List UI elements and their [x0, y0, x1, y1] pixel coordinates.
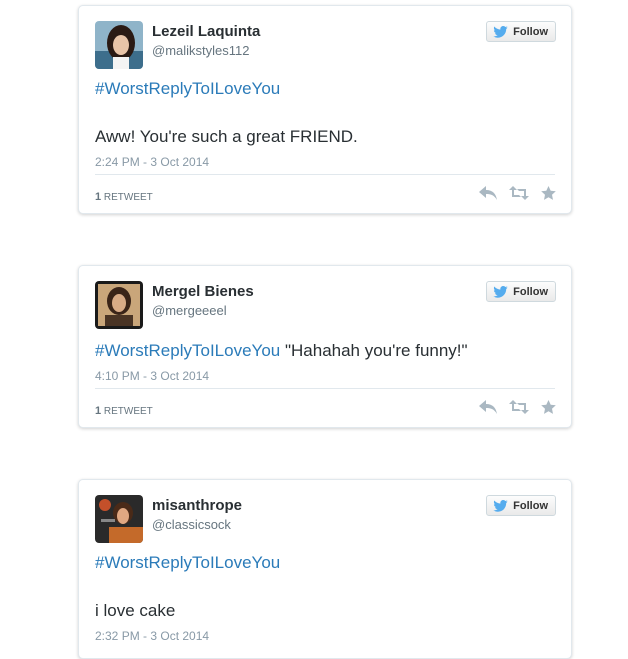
tweet-card: misanthrope @classicsock Follow #WorstRe…	[78, 479, 572, 659]
hashtag-link[interactable]: #WorstReplyToILoveYou	[95, 341, 280, 360]
twitter-bird-icon	[493, 499, 508, 512]
retweet-label: RETWEET	[103, 192, 153, 203]
retweet-icon[interactable]	[509, 400, 529, 414]
display-name[interactable]: misanthrope	[152, 497, 242, 514]
tweet-actions	[479, 400, 556, 414]
follow-label: Follow	[513, 499, 548, 512]
retweet-label: RETWEET	[103, 406, 153, 417]
reply-icon[interactable]	[479, 186, 497, 200]
reply-icon[interactable]	[479, 400, 497, 414]
divider	[95, 174, 555, 175]
tweet-text: Aww! You're such a great FRIEND.	[95, 127, 358, 146]
avatar[interactable]	[95, 21, 143, 69]
user-handle[interactable]: @classicsock	[152, 517, 231, 532]
follow-label: Follow	[513, 285, 548, 298]
tweet-text: i love cake	[95, 601, 176, 620]
hashtag-link[interactable]: #WorstReplyToILoveYou	[95, 553, 280, 572]
avatar[interactable]	[95, 281, 143, 329]
retweet-number: 1	[95, 191, 102, 203]
twitter-bird-icon	[493, 25, 508, 38]
hashtag-link[interactable]: #WorstReplyToILoveYou	[95, 79, 280, 98]
timestamp[interactable]: 4:10 PM - 3 Oct 2014	[95, 369, 209, 383]
tweet-card: Mergel Bienes @mergeeeel Follow #WorstRe…	[78, 265, 572, 428]
tweet-actions	[479, 186, 556, 200]
tweet-hashtag-line: #WorstReplyToILoveYou	[95, 552, 280, 574]
retweet-count[interactable]: 1 RETWEET	[95, 405, 153, 417]
tweet-hashtag-line: #WorstReplyToILoveYou	[95, 78, 280, 100]
favorite-icon[interactable]	[541, 186, 556, 200]
display-name[interactable]: Mergel Bienes	[152, 283, 254, 300]
favorite-icon[interactable]	[541, 400, 556, 414]
tweet-body: "Hahahah you're funny!"	[284, 341, 468, 360]
timestamp[interactable]: 2:24 PM - 3 Oct 2014	[95, 155, 209, 169]
follow-button[interactable]: Follow	[486, 495, 556, 516]
tweet-text: #WorstReplyToILoveYou "Hahahah you're fu…	[95, 340, 468, 362]
user-handle[interactable]: @malikstyles112	[152, 43, 250, 58]
tweet-card: Lezeil Laquinta @malikstyles112 Follow #…	[78, 5, 572, 214]
follow-label: Follow	[513, 25, 548, 38]
display-name[interactable]: Lezeil Laquinta	[152, 23, 260, 40]
twitter-bird-icon	[493, 285, 508, 298]
follow-button[interactable]: Follow	[486, 21, 556, 42]
user-handle[interactable]: @mergeeeel	[152, 303, 227, 318]
follow-button[interactable]: Follow	[486, 281, 556, 302]
timestamp[interactable]: 2:32 PM - 3 Oct 2014	[95, 629, 209, 643]
retweet-number: 1	[95, 405, 102, 417]
retweet-count[interactable]: 1 RETWEET	[95, 191, 153, 203]
avatar[interactable]	[95, 495, 143, 543]
divider	[95, 388, 555, 389]
retweet-icon[interactable]	[509, 186, 529, 200]
